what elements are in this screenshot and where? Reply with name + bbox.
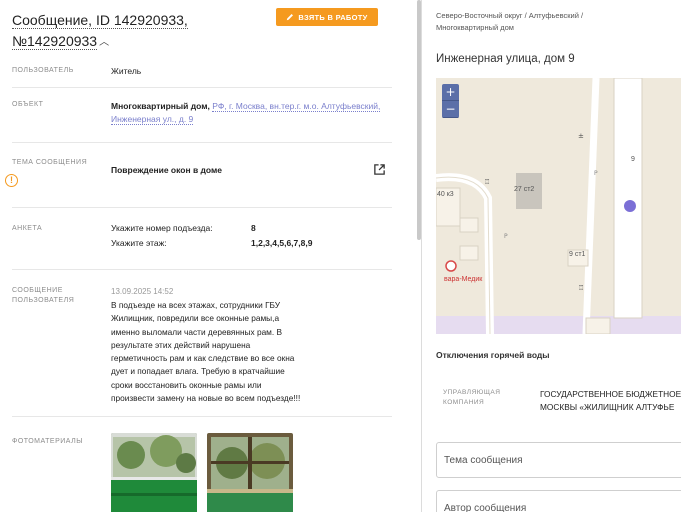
message-date: 13.09.2025 14:52 xyxy=(111,287,174,296)
zoom-control: + − xyxy=(442,84,459,118)
object-address-link[interactable]: РФ, г. Москва, вн.тер.г. м.о. Алтуфьевск… xyxy=(212,101,381,112)
object-prefix: Многоквартирный дом, xyxy=(111,101,210,111)
object-address-title: Инженерная улица, дом 9 xyxy=(436,53,575,65)
author-input[interactable] xyxy=(437,491,681,512)
survey-question: Укажите номер подъезда: xyxy=(111,223,213,233)
photo-thumbnail[interactable] xyxy=(111,433,197,512)
survey-answer: 8 xyxy=(251,223,256,233)
message-panel: Сообщение, ID 142920933, №142920933 ︿ ВЗЯ… xyxy=(0,0,413,512)
take-to-work-label: ВЗЯТЬ В РАБОТУ xyxy=(298,12,368,22)
message-line: результате этих действий нарушена xyxy=(111,339,251,350)
management-company-line1: ГОСУДАРСТВЕННОЕ БЮДЖЕТНОЕ xyxy=(540,389,681,399)
survey-answer: 1,2,3,4,5,6,7,8,9 xyxy=(251,238,313,248)
topic-value: Повреждение окон в доме xyxy=(111,165,223,175)
management-company-line2: МОСКВЫ «ЖИЛИЩНИК АЛТУФЬЕ xyxy=(540,402,675,412)
title-line1: Сообщение, ID 142920933, xyxy=(12,12,188,29)
message-text: В подъезде на всех этажах, сотрудники ГБ… xyxy=(111,299,321,405)
user-row: ПОЛЬЗОВАТЕЛЬ Житель xyxy=(12,58,392,88)
hot-water-outages[interactable]: Отключения горячей воды xyxy=(436,350,550,360)
management-company-label-line2: КОМПАНИЯ xyxy=(443,399,485,406)
topic-field[interactable] xyxy=(436,442,681,478)
title-line2: №142920933 xyxy=(12,33,98,50)
survey-row: АНКЕТА xyxy=(12,208,392,270)
survey-label: АНКЕТА xyxy=(12,225,43,232)
user-value: Житель xyxy=(111,66,142,76)
zoom-out-button[interactable]: − xyxy=(442,101,459,118)
page-title: Сообщение, ID 142920933, №142920933 ︿ xyxy=(12,10,188,53)
author-field[interactable] xyxy=(436,490,681,512)
map-label: 9 ст1 xyxy=(569,251,586,258)
breadcrumb-line2[interactable]: Многоквартирный дом xyxy=(436,23,514,32)
message-label: СООБЩЕНИЕ ПОЛЬЗОВАТЕЛЯ xyxy=(12,286,102,306)
chevron-up-icon[interactable]: ︿ xyxy=(99,32,109,53)
object-label: ОБЪЕКТ xyxy=(12,101,44,108)
message-line: дует и попадает влага. Требую в кратчайш… xyxy=(111,366,285,377)
message-line: В подъезде на всех этажах, сотрудники ГБ… xyxy=(111,300,281,310)
external-link-icon[interactable] xyxy=(373,163,386,176)
breadcrumb: Северо-Восточный округ / Алтуфьевский / … xyxy=(436,10,676,34)
user-label: ПОЛЬЗОВАТЕЛЬ xyxy=(12,67,74,74)
svg-text:♖: ♖ xyxy=(578,284,584,292)
map-label: 27 ст2 xyxy=(514,186,535,193)
map[interactable]: P P ± ♖ ♖ 9 27 ст2 40 к3 9 ст1 вара-Меди… xyxy=(436,78,681,334)
svg-text:P: P xyxy=(504,233,508,240)
message-line: герметичность рам и как следствие во все… xyxy=(111,353,295,364)
object-value: Многоквартирный дом, РФ, г. Москва, вн.т… xyxy=(111,100,401,126)
map-label: 40 к3 xyxy=(437,191,454,198)
photo-thumbnail[interactable] xyxy=(207,433,293,512)
message-line: Жилищник, повредили все оконные рамы,а xyxy=(111,313,280,324)
zoom-in-button[interactable]: + xyxy=(442,84,459,101)
svg-text:♖: ♖ xyxy=(484,178,490,186)
svg-text:±: ± xyxy=(578,132,584,140)
survey-question: Укажите этаж: xyxy=(111,238,167,248)
photos-label: ФОТОМАТЕРИАЛЫ xyxy=(12,438,83,445)
breadcrumb-line1[interactable]: Северо-Восточный округ / Алтуфьевский / xyxy=(436,11,583,20)
topic-input[interactable] xyxy=(437,443,681,477)
map-label: вара-Медик xyxy=(444,276,483,283)
object-row: ОБЪЕКТ Многоквартирный дом, РФ, г. Москв… xyxy=(12,88,392,143)
take-to-work-button[interactable]: ВЗЯТЬ В РАБОТУ xyxy=(276,8,378,26)
topic-label: ТЕМА СООБЩЕНИЯ xyxy=(12,159,88,166)
object-address-link-2[interactable]: Инженерная ул., д. 9 xyxy=(111,114,194,125)
object-panel: Северо-Восточный округ / Алтуфьевский / … xyxy=(422,0,681,512)
management-company-label: УПРАВЛЯЮЩАЯ КОМПАНИЯ xyxy=(443,388,523,408)
message-line: именно выломали части деревянных рам. В xyxy=(111,326,283,337)
warning-icon: ! xyxy=(5,174,18,187)
message-label-line2: ПОЛЬЗОВАТЕЛЯ xyxy=(12,297,75,304)
message-line: сроки восстановить оконные рамы или xyxy=(111,379,262,390)
management-company-value: ГОСУДАРСТВЕННОЕ БЮДЖЕТНОЕ МОСКВЫ «ЖИЛИЩН… xyxy=(540,388,681,414)
message-label-line1: СООБЩЕНИЕ xyxy=(12,287,63,294)
management-company-label-line1: УПРАВЛЯЮЩАЯ xyxy=(443,389,501,396)
message-line: произвести замену на новые во всем подъе… xyxy=(111,393,301,404)
pencil-icon xyxy=(287,14,294,21)
topic-row: ТЕМА СООБЩЕНИЯ Повреждение окон в доме xyxy=(12,143,392,208)
svg-text:P: P xyxy=(594,170,598,177)
map-label: 9 xyxy=(631,156,635,163)
